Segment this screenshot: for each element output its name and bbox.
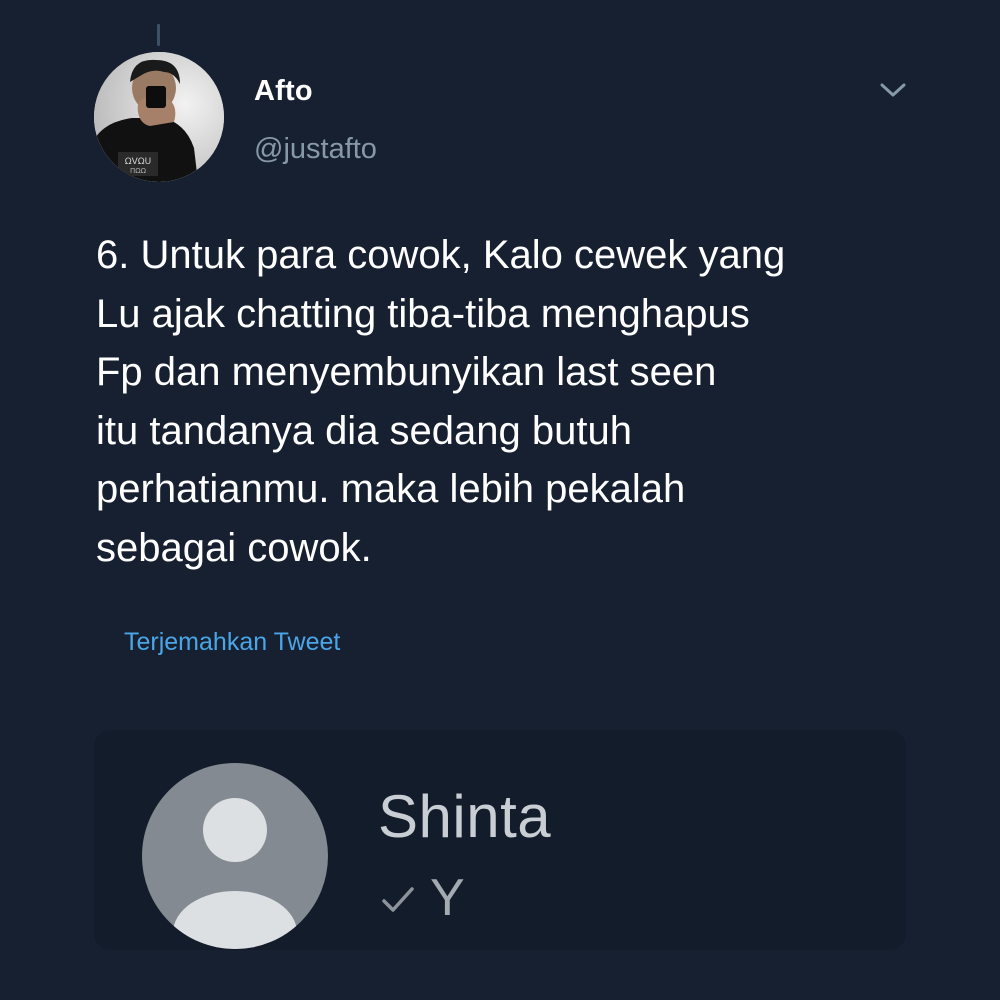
svg-text:ΠΩΩ: ΠΩΩ: [130, 167, 147, 175]
tweet-menu-button[interactable]: [876, 76, 910, 104]
last-message-text: Y: [430, 869, 465, 927]
tweet-text-line: itu tandanya dia sedang butuh: [96, 408, 632, 453]
tweet-text-line: Fp dan menyembunyikan last seen: [96, 350, 717, 394]
chat-preview-card[interactable]: Shinta Y: [94, 730, 906, 950]
tweet-text-line: perhatianmu. maka lebih pekalah: [96, 467, 686, 511]
tweet-text-line: 6. Untuk para cowok, Kalo cewek yang: [96, 233, 786, 277]
author-handle[interactable]: @justafto: [254, 133, 377, 166]
contact-avatar[interactable]: [142, 763, 328, 949]
default-person-icon: [173, 798, 297, 949]
contact-name: Shinta: [378, 783, 552, 850]
single-check-icon: [380, 882, 416, 918]
chevron-down-icon: [880, 83, 906, 97]
author-display-name[interactable]: Afto: [254, 75, 313, 108]
author-avatar[interactable]: ΩVΩU ΠΩΩ: [94, 52, 224, 182]
svg-text:ΩVΩU: ΩVΩU: [125, 157, 152, 167]
tweet-text-line: Lu ajak chatting tiba-tiba menghapus: [96, 291, 750, 336]
profile-photo-icon: ΩVΩU ΠΩΩ: [94, 52, 224, 182]
thread-connector-line: [157, 24, 160, 46]
translate-tweet-link[interactable]: Terjemahkan Tweet: [124, 628, 340, 657]
tweet-body: 6. Untuk para cowok, Kalo cewek yang Lu …: [96, 226, 946, 577]
tweet-text-line: sebagai cowok.: [96, 525, 372, 570]
